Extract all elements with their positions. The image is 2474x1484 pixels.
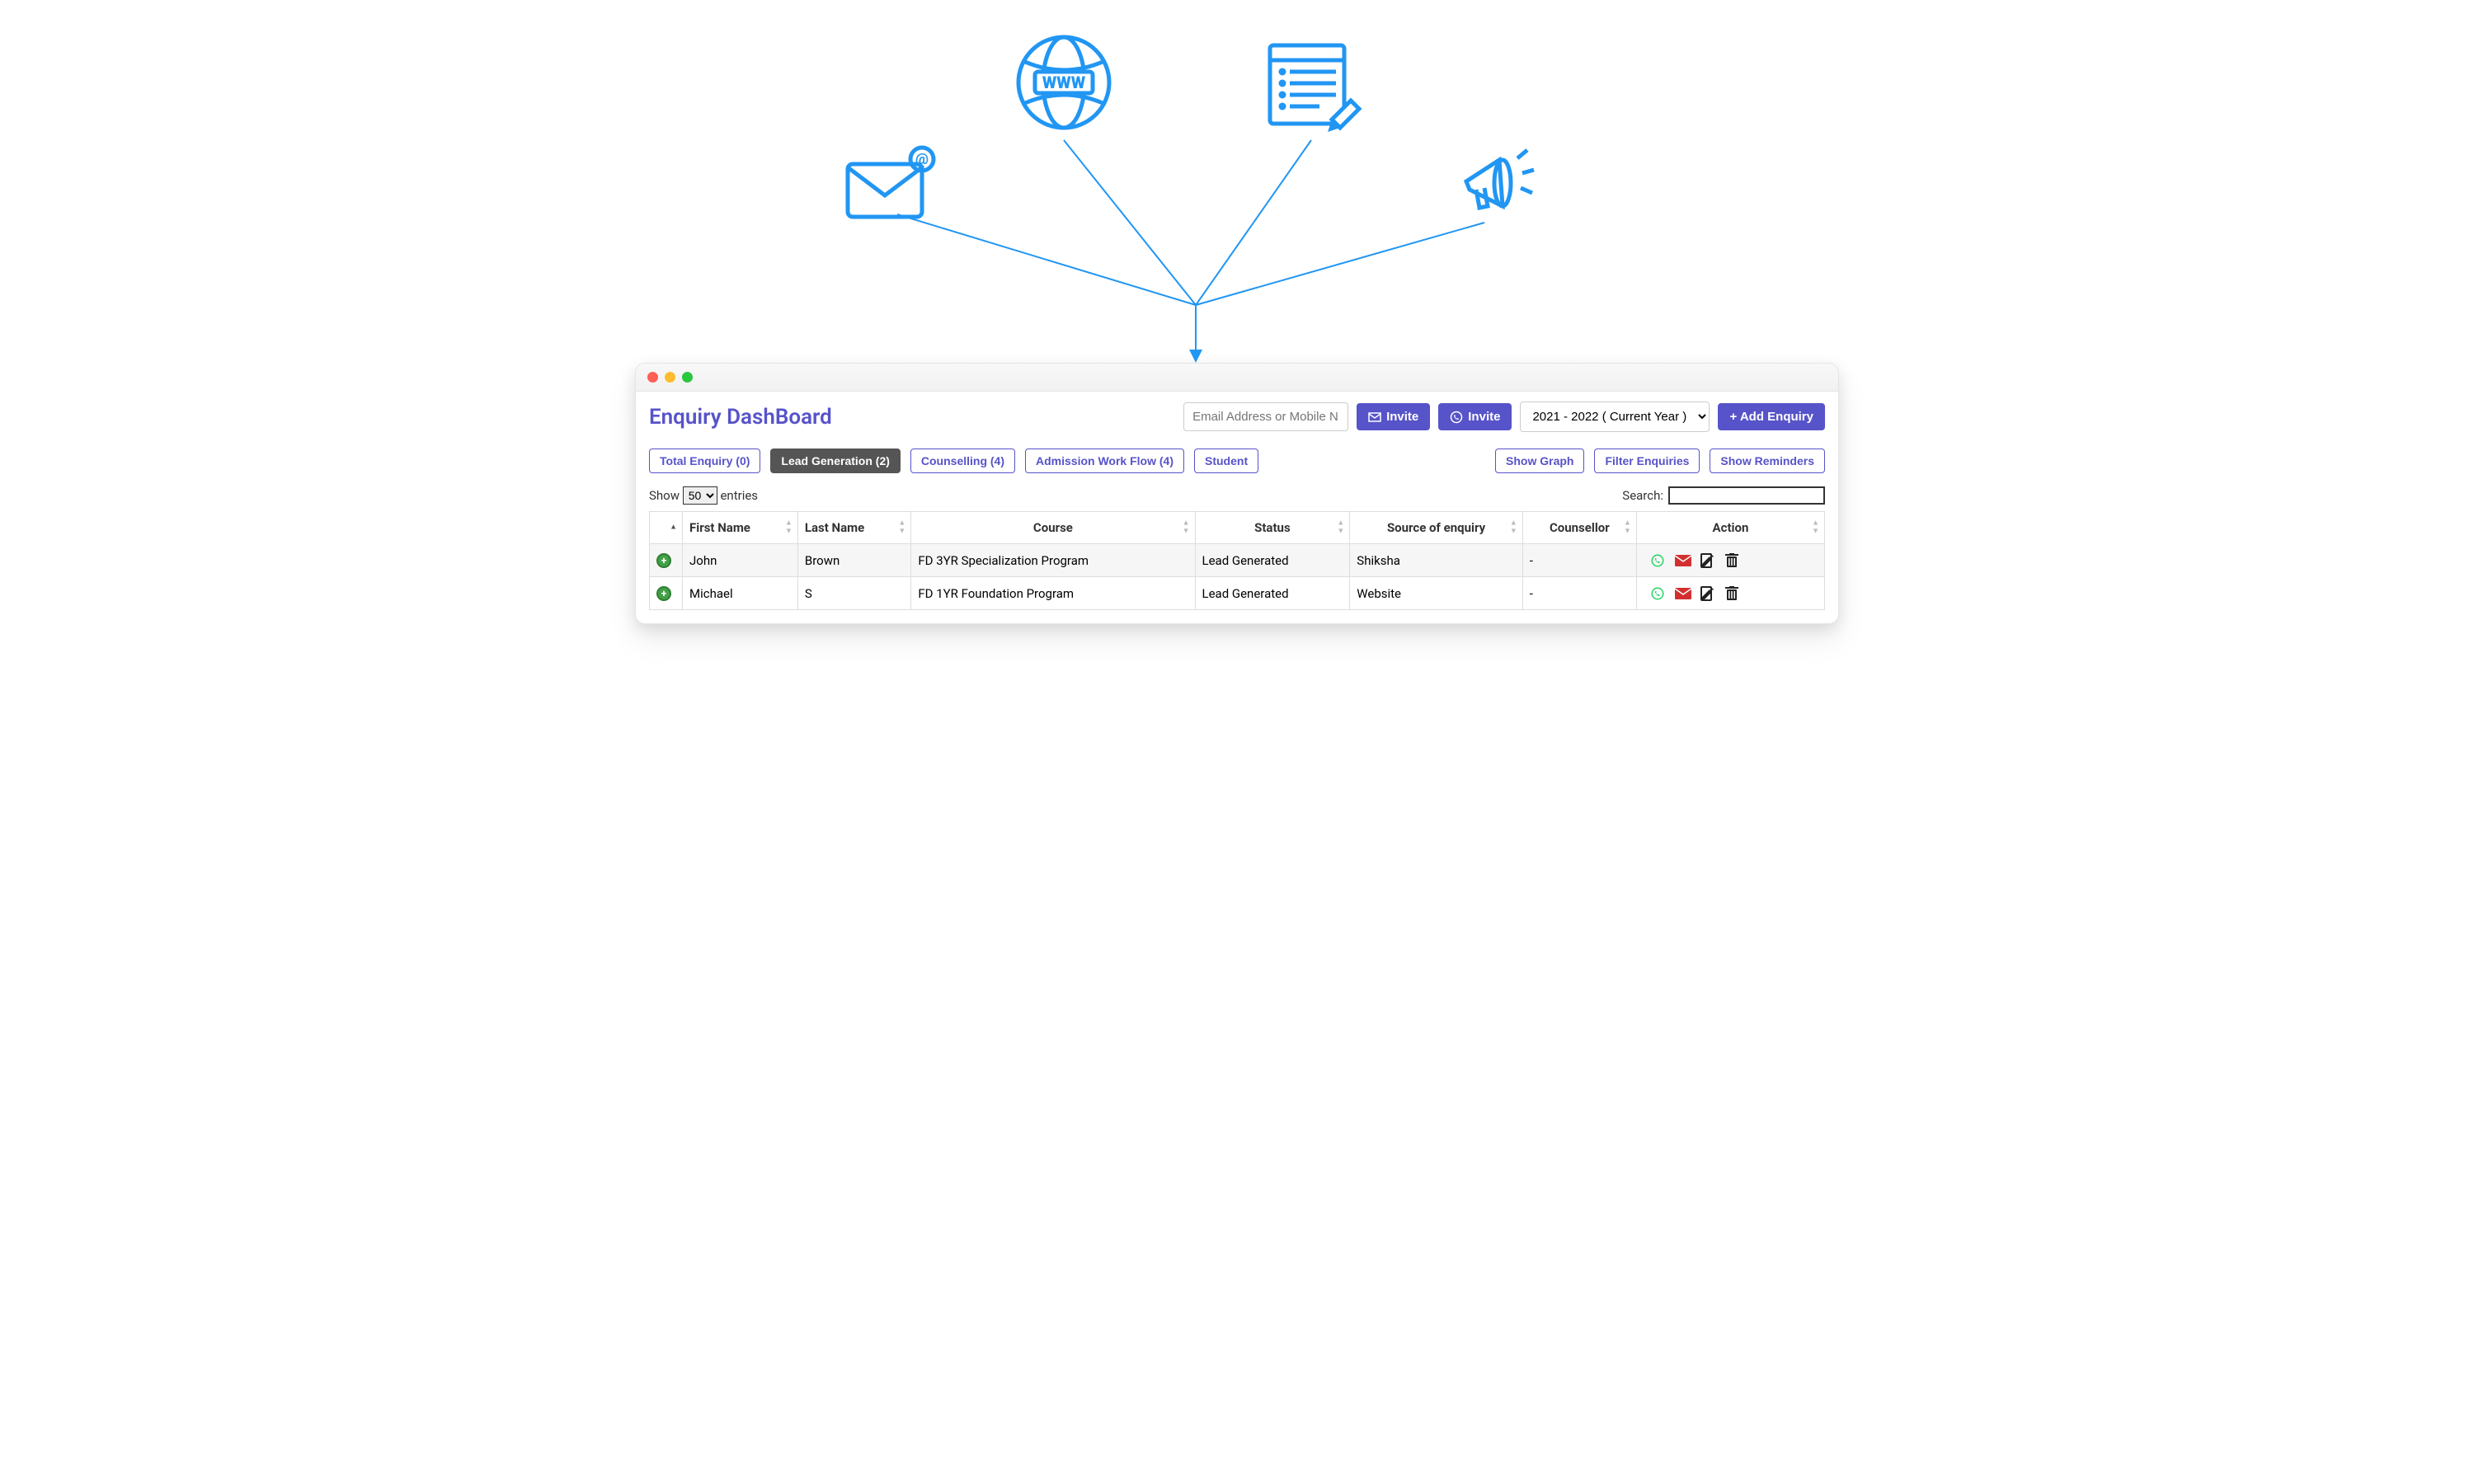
button-show-reminders[interactable]: Show Reminders: [1710, 448, 1825, 473]
search-label: Search:: [1622, 488, 1663, 503]
table-row: + John Brown FD 3YR Specialization Progr…: [650, 544, 1825, 577]
cell-action: [1636, 544, 1824, 577]
col-expand[interactable]: ▲: [650, 512, 683, 544]
invite-email-label: Invite: [1386, 410, 1418, 424]
cell-counsellor: -: [1522, 577, 1636, 610]
cell-last-name: Brown: [797, 544, 910, 577]
tab-admission-work-flow-4[interactable]: Admission Work Flow (4): [1025, 448, 1184, 473]
cell-status: Lead Generated: [1195, 577, 1350, 610]
col-last-name[interactable]: Last Name▲▼: [797, 512, 910, 544]
table-row: + Michael S FD 1YR Foundation Program Le…: [650, 577, 1825, 610]
dashboard-window: Enquiry DashBoard Invite Invite 2021 - 2…: [635, 363, 1839, 624]
whatsapp-icon: [1450, 411, 1463, 424]
show-prefix: Show: [649, 488, 680, 503]
cell-counsellor: -: [1522, 544, 1636, 577]
whatsapp-icon[interactable]: [1650, 586, 1665, 601]
expand-row-button[interactable]: +: [656, 586, 671, 601]
delete-icon[interactable]: [1725, 553, 1738, 568]
email-icon[interactable]: [1675, 555, 1691, 566]
cell-first-name: John: [683, 544, 798, 577]
svg-text:@: @: [915, 151, 929, 168]
page-size-select[interactable]: 50: [683, 486, 717, 505]
table-search-input[interactable]: [1668, 486, 1825, 505]
col-first-name[interactable]: First Name▲▼: [683, 512, 798, 544]
col-course[interactable]: Course▲▼: [911, 512, 1195, 544]
contact-search-input[interactable]: [1183, 402, 1348, 431]
cell-course: FD 1YR Foundation Program: [911, 577, 1195, 610]
expand-row-button[interactable]: +: [656, 553, 671, 568]
edit-icon[interactable]: [1700, 553, 1715, 568]
invite-whatsapp-button[interactable]: Invite: [1438, 403, 1512, 430]
show-suffix: entries: [720, 488, 758, 503]
tab-total-enquiry-0[interactable]: Total Enquiry (0): [649, 448, 760, 473]
tab-student[interactable]: Student: [1194, 448, 1258, 473]
cell-source: Shiksha: [1350, 544, 1523, 577]
cell-first-name: Michael: [683, 577, 798, 610]
tab-lead-generation-2[interactable]: Lead Generation (2): [770, 448, 900, 473]
cell-source: Website: [1350, 577, 1523, 610]
col-counsellor[interactable]: Counsellor▲▼: [1522, 512, 1636, 544]
year-select[interactable]: 2021 - 2022 ( Current Year ): [1520, 402, 1710, 432]
col-source-of-enquiry[interactable]: Source of enquiry▲▼: [1350, 512, 1523, 544]
invite-whatsapp-label: Invite: [1468, 410, 1500, 424]
col-status[interactable]: Status▲▼: [1195, 512, 1350, 544]
cell-course: FD 3YR Specialization Program: [911, 544, 1195, 577]
invite-email-button[interactable]: Invite: [1357, 403, 1430, 430]
email-icon[interactable]: [1675, 588, 1691, 599]
cell-status: Lead Generated: [1195, 544, 1350, 577]
cell-action: [1636, 577, 1824, 610]
tab-counselling-4[interactable]: Counselling (4): [910, 448, 1015, 473]
col-action[interactable]: Action▲▼: [1636, 512, 1824, 544]
svg-text:WWW: WWW: [1042, 73, 1086, 92]
window-max-dot[interactable]: [682, 372, 693, 383]
delete-icon[interactable]: [1725, 586, 1738, 601]
lead-sources-funnel: @ WWW: [635, 16, 1839, 363]
add-enquiry-button[interactable]: + Add Enquiry: [1718, 403, 1825, 430]
envelope-icon: [1368, 412, 1381, 422]
whatsapp-icon[interactable]: [1650, 553, 1665, 568]
button-show-graph[interactable]: Show Graph: [1495, 448, 1584, 473]
cell-last-name: S: [797, 577, 910, 610]
window-min-dot[interactable]: [665, 372, 675, 383]
entries-length-control: Show 50 entries: [649, 486, 758, 505]
button-filter-enquiries[interactable]: Filter Enquiries: [1594, 448, 1700, 473]
edit-icon[interactable]: [1700, 586, 1715, 601]
window-titlebar: [636, 364, 1838, 392]
page-title: Enquiry DashBoard: [649, 405, 832, 430]
window-close-dot[interactable]: [647, 372, 658, 383]
enquiry-table: ▲First Name▲▼Last Name▲▼Course▲▼Status▲▼…: [649, 511, 1825, 610]
